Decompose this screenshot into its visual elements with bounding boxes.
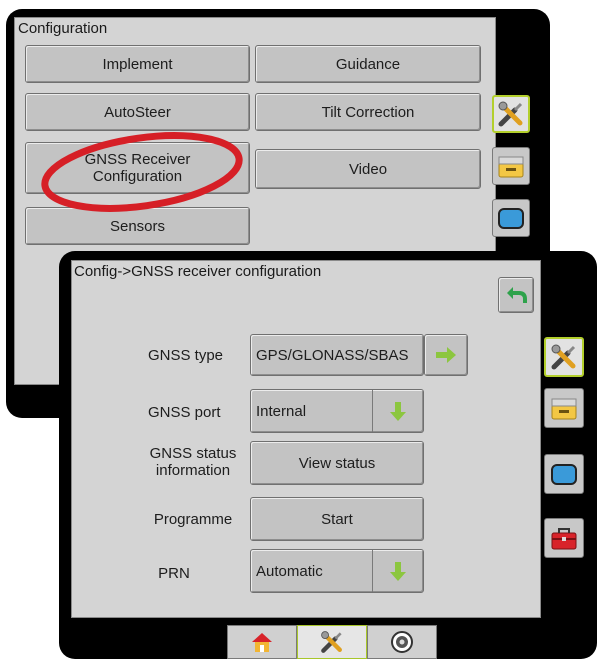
arrow-right-icon (436, 347, 456, 363)
prn-dropdown[interactable]: Automatic (250, 549, 424, 593)
gnss-port-value: Internal (256, 402, 307, 420)
display-icon (498, 208, 524, 229)
programme-start-button[interactable]: Start (250, 497, 424, 541)
display-icon (551, 464, 577, 485)
tools-icon (321, 631, 342, 653)
implement-button[interactable]: Implement (25, 45, 250, 83)
arrow-down-icon (390, 562, 406, 581)
home-tab[interactable] (227, 625, 297, 659)
tilt-correction-button[interactable]: Tilt Correction (255, 93, 481, 131)
config-console-tab[interactable] (492, 147, 530, 185)
view-status-button[interactable]: View status (250, 441, 424, 485)
gnss-toolbox-tab[interactable] (544, 518, 584, 558)
gnss-type-field[interactable]: GPS/GLONASS/SBAS (250, 334, 424, 376)
prn-dropdown-arrow[interactable] (372, 550, 423, 592)
gnss-port-dropdown-arrow[interactable] (372, 390, 423, 432)
back-arrow-icon (507, 287, 527, 303)
home-icon (252, 633, 272, 652)
gnss-status-label: GNSS status information (138, 445, 248, 479)
gnss-display-tab[interactable] (544, 454, 584, 494)
config-display-tab[interactable] (492, 199, 530, 237)
gauge-tab[interactable] (367, 625, 437, 659)
programme-label: Programme (153, 511, 233, 528)
gnss-console-tab[interactable] (544, 388, 584, 428)
tools-tab[interactable] (297, 625, 367, 659)
prn-value: Automatic (256, 562, 323, 580)
arrow-down-icon (390, 402, 406, 421)
tools-icon (498, 101, 523, 127)
gnss-status-label-line2: information (155, 462, 231, 479)
console-icon (551, 398, 577, 420)
highlight-circle-annotation (41, 132, 243, 212)
configuration-title: Configuration (18, 20, 108, 37)
tools-icon (551, 344, 576, 370)
gnss-configuration-title: Config->GNSS receiver configuration (74, 263, 322, 280)
gauge-icon (391, 631, 413, 653)
console-icon (498, 156, 524, 178)
gnss-configuration-screen: Config->GNSS receiver configuration GNSS… (59, 251, 597, 659)
video-button[interactable]: Video (255, 149, 481, 189)
guidance-button[interactable]: Guidance (255, 45, 481, 83)
gnss-type-value: GPS/GLONASS/SBAS (256, 346, 409, 364)
config-tools-tab[interactable] (492, 95, 530, 133)
gnss-tools-tab[interactable] (544, 337, 584, 377)
gnss-status-label-line1: GNSS status (149, 445, 237, 462)
prn-label: PRN (158, 565, 190, 582)
gnss-port-dropdown[interactable]: Internal (250, 389, 424, 433)
gnss-type-label: GNSS type (148, 347, 224, 364)
gnss-port-label: GNSS port (148, 404, 221, 421)
back-button[interactable] (498, 277, 534, 313)
gnss-type-next-button[interactable] (424, 334, 468, 376)
gnss-configuration-panel: Config->GNSS receiver configuration GNSS… (71, 260, 541, 618)
toolbox-icon (551, 528, 577, 550)
